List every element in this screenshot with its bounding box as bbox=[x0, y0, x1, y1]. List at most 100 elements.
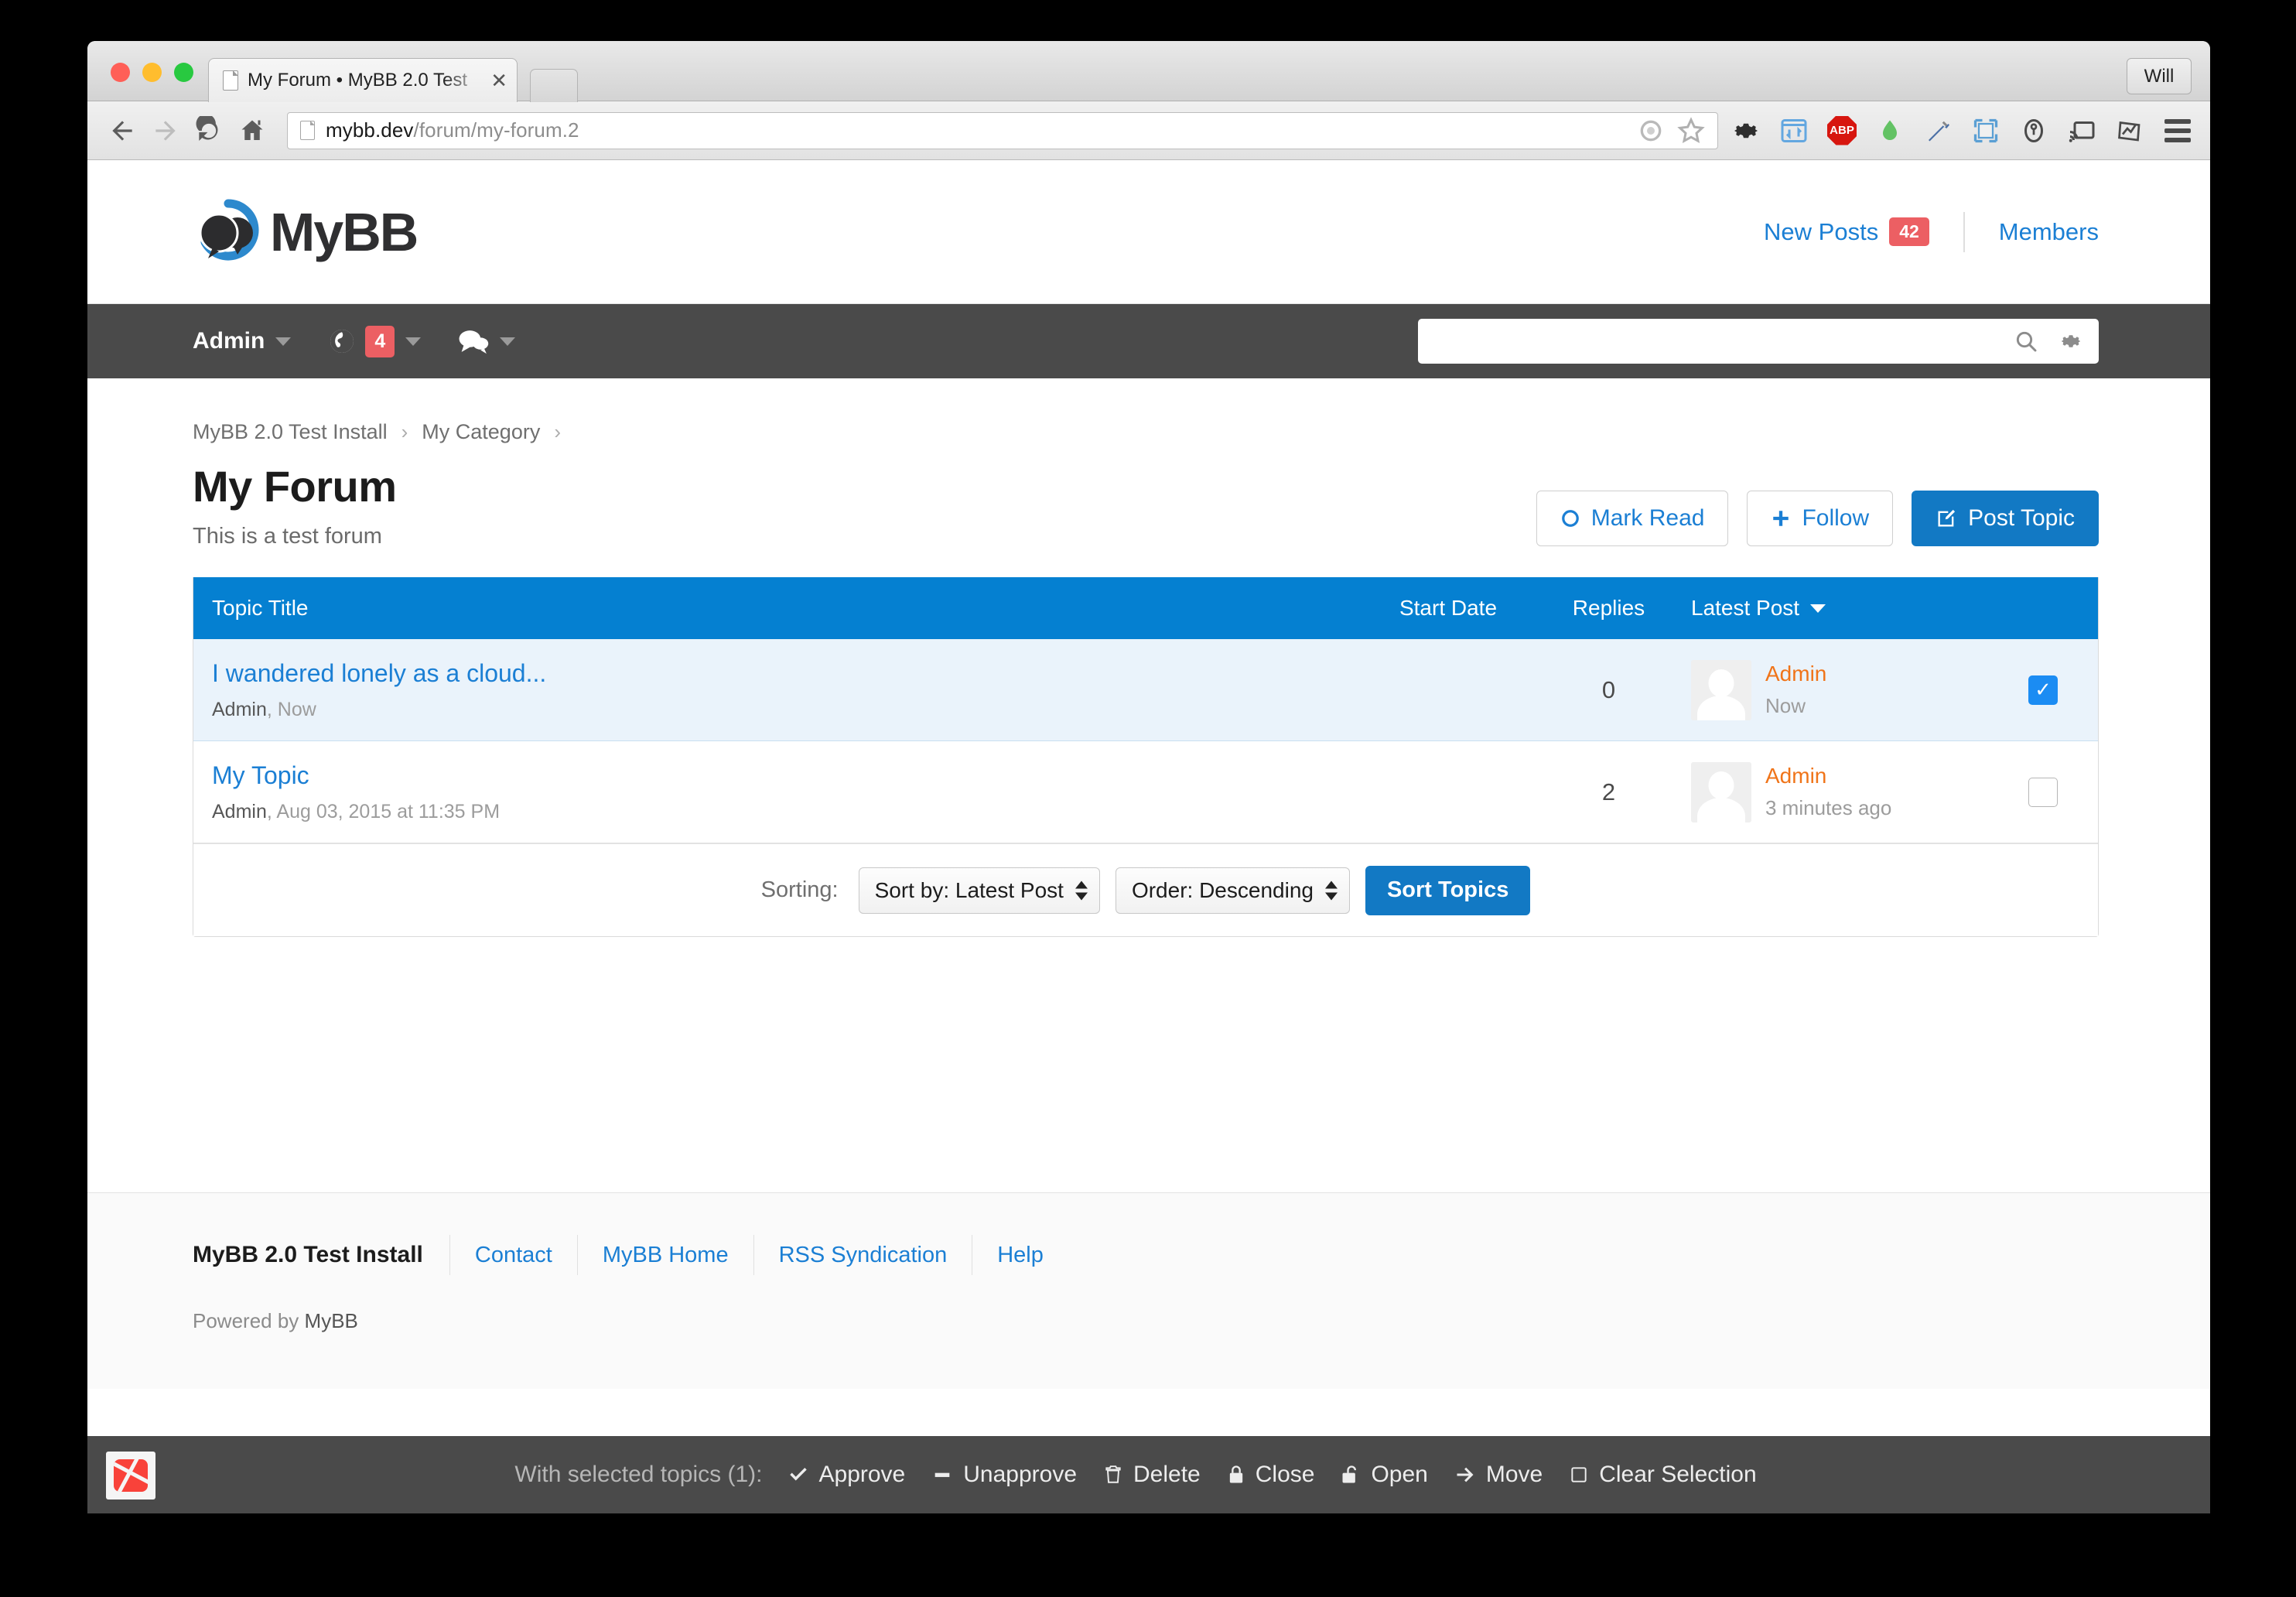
topic-title-link[interactable]: I wandered lonely as a cloud... bbox=[212, 659, 1359, 688]
new-posts-link[interactable]: New Posts 42 bbox=[1764, 217, 1929, 246]
column-header-latest-post[interactable]: Latest Post bbox=[1680, 596, 1982, 621]
browser-window: My Forum • MyBB 2.0 Test ✕ Will mybb.dev… bbox=[87, 41, 2210, 1513]
replies-count: 2 bbox=[1601, 778, 1616, 805]
clear-selection-action[interactable]: Clear Selection bbox=[1569, 1462, 1757, 1488]
page-header: My Forum This is a test forum Mark Read bbox=[193, 461, 2099, 549]
eyedropper-extension-icon[interactable] bbox=[1922, 115, 1953, 146]
window-controls[interactable] bbox=[111, 63, 193, 82]
window-swap-extension-icon[interactable] bbox=[1778, 115, 1809, 146]
powered-brand[interactable]: MyBB bbox=[305, 1309, 358, 1332]
move-action[interactable]: Move bbox=[1454, 1462, 1543, 1488]
topic-checkbox[interactable] bbox=[2028, 777, 2058, 807]
footer-link-help[interactable]: Help bbox=[972, 1243, 1068, 1268]
debugbar-toggle-icon[interactable] bbox=[106, 1452, 155, 1500]
selected-topics-action-bar: With selected topics (1): Approve Unappr… bbox=[87, 1436, 2210, 1513]
select-arrows-icon bbox=[1324, 881, 1338, 900]
page-favicon-icon bbox=[223, 70, 238, 91]
chevron-down-icon bbox=[405, 337, 422, 346]
latest-post-time: 3 minutes ago bbox=[1765, 796, 1892, 819]
latest-post-user[interactable]: Admin bbox=[1765, 662, 1826, 686]
avatar[interactable] bbox=[1691, 659, 1751, 720]
avatar[interactable] bbox=[1691, 761, 1751, 822]
breadcrumb-item-install[interactable]: MyBB 2.0 Test Install bbox=[193, 420, 388, 444]
new-tab-button[interactable] bbox=[530, 69, 578, 102]
approve-action[interactable]: Approve bbox=[788, 1462, 906, 1488]
topic-author[interactable]: Admin bbox=[212, 801, 267, 822]
maximize-window-button[interactable] bbox=[174, 63, 193, 82]
user-menu[interactable]: Admin bbox=[193, 328, 292, 354]
browser-menu-icon[interactable] bbox=[2162, 115, 2193, 146]
profile-chip[interactable]: Will bbox=[2127, 58, 2192, 94]
topic-checkbox[interactable]: ✓ bbox=[2028, 675, 2058, 705]
replies-cell: 2 bbox=[1537, 778, 1680, 806]
search-settings-gear-icon[interactable] bbox=[2059, 329, 2083, 354]
open-action[interactable]: Open bbox=[1341, 1462, 1428, 1488]
column-header-topic-title[interactable]: Topic Title bbox=[193, 596, 1359, 621]
footer-link-mybb-home[interactable]: MyBB Home bbox=[578, 1243, 753, 1268]
notifications-menu[interactable]: 4 bbox=[328, 325, 422, 357]
page-action-icon[interactable] bbox=[1635, 115, 1666, 146]
cast-extension-icon[interactable] bbox=[2066, 115, 2097, 146]
topic-title-link[interactable]: My Topic bbox=[212, 761, 1359, 790]
home-icon[interactable] bbox=[234, 113, 270, 149]
lock-closed-icon bbox=[1227, 1464, 1245, 1486]
select-cell: ✓ bbox=[1982, 675, 2098, 705]
reload-icon[interactable] bbox=[191, 113, 227, 149]
breadcrumb-item-category[interactable]: My Category bbox=[422, 420, 540, 444]
column-header-start-date[interactable]: Start Date bbox=[1359, 596, 1537, 621]
latest-post-user[interactable]: Admin bbox=[1765, 764, 1826, 788]
follow-label: Follow bbox=[1802, 505, 1870, 531]
search-box[interactable] bbox=[1418, 319, 2099, 364]
minimize-window-button[interactable] bbox=[142, 63, 162, 82]
footer-link-rss-syndication[interactable]: RSS Syndication bbox=[754, 1243, 972, 1268]
topic-table: Topic Title Start Date Replies Latest Po… bbox=[193, 577, 2099, 937]
table-row[interactable]: My Topic Admin, Aug 03, 2015 at 11:35 PM… bbox=[193, 741, 2098, 843]
topic-author[interactable]: Admin bbox=[212, 699, 267, 720]
screenshot-extension-icon[interactable] bbox=[1970, 115, 2001, 146]
sort-by-value: Sort by: Latest Post bbox=[874, 877, 1064, 902]
mark-read-button[interactable]: Mark Read bbox=[1536, 491, 1729, 546]
main-content: MyBB 2.0 Test Install › My Category › My… bbox=[87, 378, 2210, 937]
approve-label: Approve bbox=[818, 1462, 906, 1487]
close-window-button[interactable] bbox=[111, 63, 130, 82]
messages-menu[interactable] bbox=[458, 327, 516, 355]
analytics-extension-icon[interactable] bbox=[2114, 115, 2145, 146]
follow-button[interactable]: Follow bbox=[1747, 491, 1894, 546]
url-path: /forum/my-forum.2 bbox=[413, 118, 579, 142]
sort-topics-button[interactable]: Sort Topics bbox=[1365, 865, 1531, 915]
close-label: Close bbox=[1255, 1462, 1315, 1487]
table-footer: Sorting: Sort by: Latest Post Order: Des… bbox=[193, 843, 2098, 936]
replies-count: 0 bbox=[1601, 675, 1616, 703]
bookmark-star-icon[interactable] bbox=[1676, 115, 1707, 146]
delete-action[interactable]: Delete bbox=[1103, 1462, 1201, 1488]
green-drop-extension-icon[interactable] bbox=[1874, 115, 1905, 146]
close-action[interactable]: Close bbox=[1227, 1462, 1315, 1488]
minus-icon bbox=[931, 1464, 953, 1486]
close-tab-icon[interactable]: ✕ bbox=[490, 70, 507, 91]
search-input[interactable] bbox=[1433, 329, 2014, 354]
sort-order-value: Order: Descending bbox=[1131, 877, 1314, 902]
adblock-extension-icon[interactable]: ABP bbox=[1826, 115, 1857, 146]
search-icon[interactable] bbox=[2014, 329, 2038, 354]
footer-links-row: MyBB 2.0 Test Install Contact MyBB Home … bbox=[193, 1230, 2099, 1280]
members-link[interactable]: Members bbox=[1999, 218, 2099, 246]
topic-start-date: Now bbox=[277, 698, 316, 720]
gear-extension-icon[interactable] bbox=[1731, 115, 1761, 146]
sort-by-select[interactable]: Sort by: Latest Post bbox=[858, 867, 1100, 914]
key-extension-icon[interactable] bbox=[2018, 115, 2049, 146]
selected-topics-label: With selected topics (1): bbox=[514, 1462, 763, 1487]
url-host: mybb.dev bbox=[326, 118, 414, 142]
site-header: MyBB New Posts 42 Members bbox=[87, 160, 2210, 304]
table-row[interactable]: I wandered lonely as a cloud... Admin, N… bbox=[193, 639, 2098, 741]
site-logo[interactable]: MyBB bbox=[193, 199, 419, 265]
column-header-replies[interactable]: Replies bbox=[1537, 596, 1680, 621]
forward-icon[interactable] bbox=[148, 113, 183, 149]
sorting-label: Sorting: bbox=[760, 877, 839, 902]
sort-order-select[interactable]: Order: Descending bbox=[1115, 867, 1350, 914]
footer-link-contact[interactable]: Contact bbox=[450, 1243, 577, 1268]
post-topic-button[interactable]: Post Topic bbox=[1912, 491, 2099, 546]
unapprove-action[interactable]: Unapprove bbox=[931, 1462, 1077, 1488]
browser-tab[interactable]: My Forum • MyBB 2.0 Test ✕ bbox=[208, 58, 518, 102]
back-icon[interactable] bbox=[104, 113, 140, 149]
address-bar[interactable]: mybb.dev/forum/my-forum.2 bbox=[287, 111, 1718, 149]
